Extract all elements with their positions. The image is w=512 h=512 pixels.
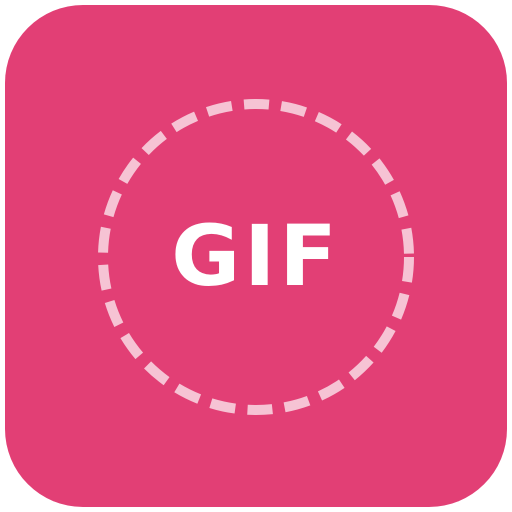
gif-label: GIF <box>171 207 341 305</box>
app-icon: GIF <box>0 0 512 512</box>
gif-app-icon: GIF <box>5 5 507 507</box>
